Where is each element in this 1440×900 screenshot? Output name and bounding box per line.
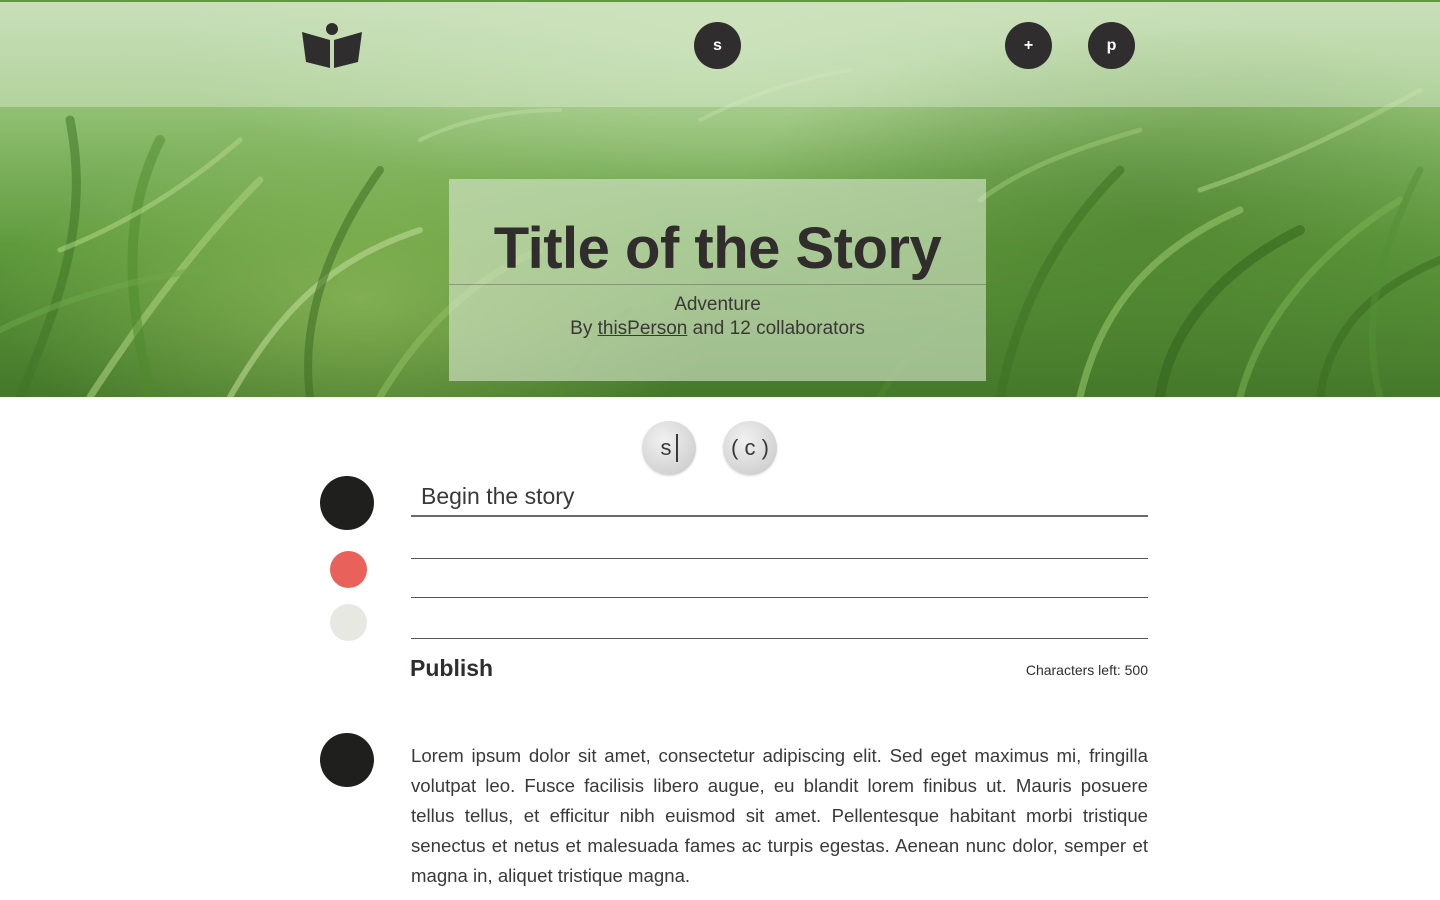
search-button[interactable]: s <box>694 22 741 69</box>
title-divider <box>449 284 986 285</box>
story-entry-text: Lorem ipsum dolor sit amet, consectetur … <box>411 745 1148 886</box>
style-text-button[interactable]: s <box>642 421 696 475</box>
top-navigation-bar: s + p <box>0 0 1440 107</box>
writing-line[interactable] <box>411 597 1148 598</box>
writing-line[interactable] <box>411 558 1148 559</box>
story-input[interactable] <box>411 478 1148 517</box>
author-link[interactable]: thisPerson <box>598 318 688 339</box>
style-button-label: s <box>660 435 672 460</box>
text-cursor-icon <box>675 434 678 462</box>
characters-left-counter: Characters left: 500 <box>1025 662 1148 678</box>
add-story-button[interactable]: + <box>1005 22 1052 69</box>
story-title-card: Title of the Story Adventure By thisPers… <box>449 179 986 381</box>
hero-banner: s + p Title of the Story Adventure By th… <box>0 0 1440 397</box>
story-byline: By thisPerson and 12 collaborators <box>449 317 986 341</box>
color-swatch-red[interactable] <box>330 551 367 588</box>
color-swatch-light[interactable] <box>330 604 367 641</box>
book-logo-icon[interactable] <box>300 22 364 70</box>
writing-line[interactable] <box>411 638 1148 639</box>
profile-button[interactable]: p <box>1088 22 1135 69</box>
story-genre: Adventure <box>674 294 761 315</box>
byline-suffix: and 12 collaborators <box>692 318 865 339</box>
contributor-avatar <box>320 733 374 787</box>
publish-button[interactable]: Publish <box>410 655 493 682</box>
author-avatar <box>320 476 374 530</box>
story-title: Title of the Story <box>493 216 942 281</box>
byline-prefix: By <box>570 318 593 339</box>
comment-button[interactable]: ( c ) <box>723 421 777 475</box>
